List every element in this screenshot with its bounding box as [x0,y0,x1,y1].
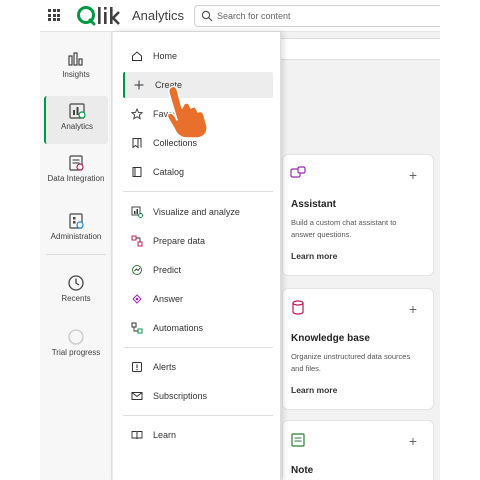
star-icon [131,108,143,120]
search-input[interactable] [217,8,427,24]
menu-divider [123,347,273,348]
app-launcher-icon[interactable] [48,9,60,21]
menu-label: Visualize and analyze [153,207,240,217]
visualize-icon [131,206,143,218]
prepare-data-icon [131,235,143,247]
menu-divider [123,415,273,416]
rail-label: Data Integration [47,174,105,183]
menu-label: Answer [153,294,184,304]
alert-icon [132,362,142,372]
menu-item-catalog[interactable]: Catalog [123,159,273,185]
predict-icon [132,265,142,275]
note-icon [291,433,305,447]
catalog-icon [132,167,142,177]
progress-ring-icon [68,329,84,345]
card-title: Note [291,465,314,476]
app-title: Analytics [132,8,185,23]
plus-icon [134,80,144,90]
menu-item-visualize-and-analyze[interactable]: Visualize and analyze [123,199,273,225]
rail-item-recents[interactable]: Recents [44,268,108,316]
add-icon[interactable]: + [409,167,417,183]
menu-item-subscriptions[interactable]: Subscriptions [123,383,273,409]
rail-divider [46,254,106,255]
rail-label: Insights [62,70,90,79]
rail-label: Recents [61,294,91,303]
left-rail: Insights Analytics Data Integration Admi… [40,32,112,480]
card-note[interactable]: + Note [282,420,434,480]
card-title: Knowledge base [291,333,370,344]
knowledge-base-icon [292,300,304,315]
menu-label: Alerts [153,362,177,372]
assistant-icon [290,166,306,178]
rail-label: Trial progress [51,348,101,357]
clock-icon [68,275,84,291]
content-search-field[interactable]: t [272,38,440,60]
administration-icon [69,213,84,229]
menu-label: Catalog [153,167,185,177]
card-assistant[interactable]: + Assistant Build a custom chat assistan… [282,154,434,276]
menu-label: Automations [153,323,204,333]
menu-label: Subscriptions [153,391,208,401]
rail-item-trial-progress[interactable]: Trial progress [44,322,108,370]
automations-icon [131,322,143,334]
top-bar: Analytics [40,0,440,32]
learn-more-link[interactable]: Learn more [291,251,337,261]
menu-divider [123,191,273,192]
search-box[interactable] [194,5,440,27]
menu-label: Prepare data [153,236,206,246]
home-icon [132,51,142,61]
learn-more-link[interactable]: Learn more [291,385,337,395]
rail-item-analytics[interactable]: Analytics [44,96,108,144]
book-icon [131,431,143,440]
search-icon [201,10,213,22]
analytics-icon [69,103,86,119]
menu-item-prepare-data[interactable]: Prepare data [123,228,273,254]
menu-item-learn[interactable]: Learn [123,422,273,448]
menu-item-predict[interactable]: Predict [123,257,273,283]
card-title: Assistant [291,199,337,210]
menu-item-automations[interactable]: Automations [123,315,273,341]
card-description: Organize unstructured data sources and f… [291,352,411,373]
menu-item-answer[interactable]: Answer [123,286,273,312]
menu-item-home[interactable]: Home [123,43,273,69]
rail-label: Analytics [60,122,93,131]
menu-label: Home [153,51,178,61]
rail-item-data-integration[interactable]: Data Integration [44,148,108,202]
add-icon[interactable]: + [409,301,417,317]
menu-item-alerts[interactable]: Alerts [123,354,273,380]
rail-label: Administration [50,232,102,241]
rail-item-administration[interactable]: Administration [44,206,108,254]
menu-label: Predict [153,265,182,275]
rail-item-insights[interactable]: Insights [44,44,108,92]
hand-pointer-icon [166,85,208,139]
add-icon[interactable]: + [409,433,417,449]
bookmark-icon [132,138,142,149]
mail-icon [131,392,143,400]
card-knowledge-base[interactable]: + Knowledge base Organize unstructured d… [282,288,434,410]
card-description: Build a custom chat assistant to answer … [291,218,397,239]
answer-icon [132,294,142,304]
insights-icon [68,52,83,66]
qlik-logo[interactable] [76,3,128,29]
menu-label: Learn [153,430,177,440]
data-integration-icon [69,155,84,171]
